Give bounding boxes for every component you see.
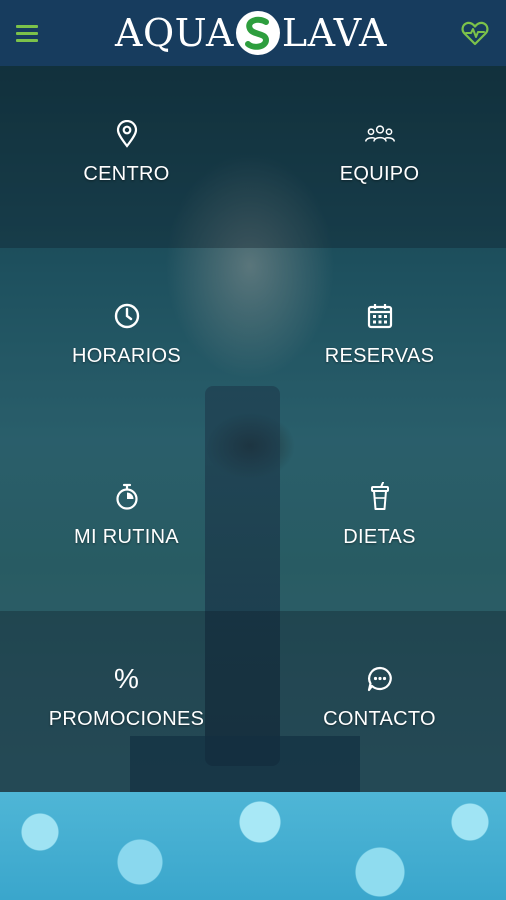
pool-water-area: [0, 792, 506, 900]
drink-cup-icon: [365, 482, 395, 512]
menu-label-mi-rutina: MI RUTINA: [74, 526, 179, 549]
menu-label-horarios: HORARIOS: [71, 344, 182, 367]
menu-item-mi-rutina[interactable]: MI RUTINA: [0, 429, 253, 611]
percent-icon: %: [114, 662, 139, 694]
main-menu-grid: CENTRO EQUIPO HORARIOS RESERVAS MI RUTIN…: [0, 66, 506, 792]
menu-item-horarios[interactable]: HORARIOS: [0, 248, 253, 430]
menu-label-dietas: DIETAS: [343, 526, 416, 549]
app-header: AQUA LAVA: [0, 0, 506, 66]
chat-bubble-icon: [365, 664, 395, 694]
team-icon: [364, 119, 395, 149]
menu-item-equipo[interactable]: EQUIPO: [253, 66, 506, 248]
calendar-icon: [365, 301, 395, 331]
menu-label-reservas: RESERVAS: [324, 344, 435, 367]
menu-item-promociones[interactable]: % PROMOCIONES: [0, 610, 253, 792]
heart-pulse-icon[interactable]: [460, 18, 490, 48]
stopwatch-icon: [112, 482, 142, 512]
menu-item-centro[interactable]: CENTRO: [0, 66, 253, 248]
menu-item-dietas[interactable]: DIETAS: [253, 429, 506, 611]
location-pin-icon: [112, 119, 142, 149]
app-logo: AQUA LAVA: [115, 11, 387, 55]
logo-text-right: LAVA: [281, 11, 387, 55]
menu-item-reservas[interactable]: RESERVAS: [253, 248, 506, 430]
menu-label-centro: CENTRO: [83, 163, 170, 186]
hamburger-menu-icon[interactable]: [16, 20, 42, 46]
logo-text-left: AQUA: [115, 11, 234, 55]
menu-item-contacto[interactable]: CONTACTO: [253, 610, 506, 792]
menu-label-promociones: PROMOCIONES: [48, 707, 205, 730]
clock-icon: [112, 301, 142, 331]
logo-s-mark: [235, 11, 280, 55]
menu-label-contacto: CONTACTO: [323, 707, 436, 730]
menu-label-equipo: EQUIPO: [339, 163, 420, 186]
